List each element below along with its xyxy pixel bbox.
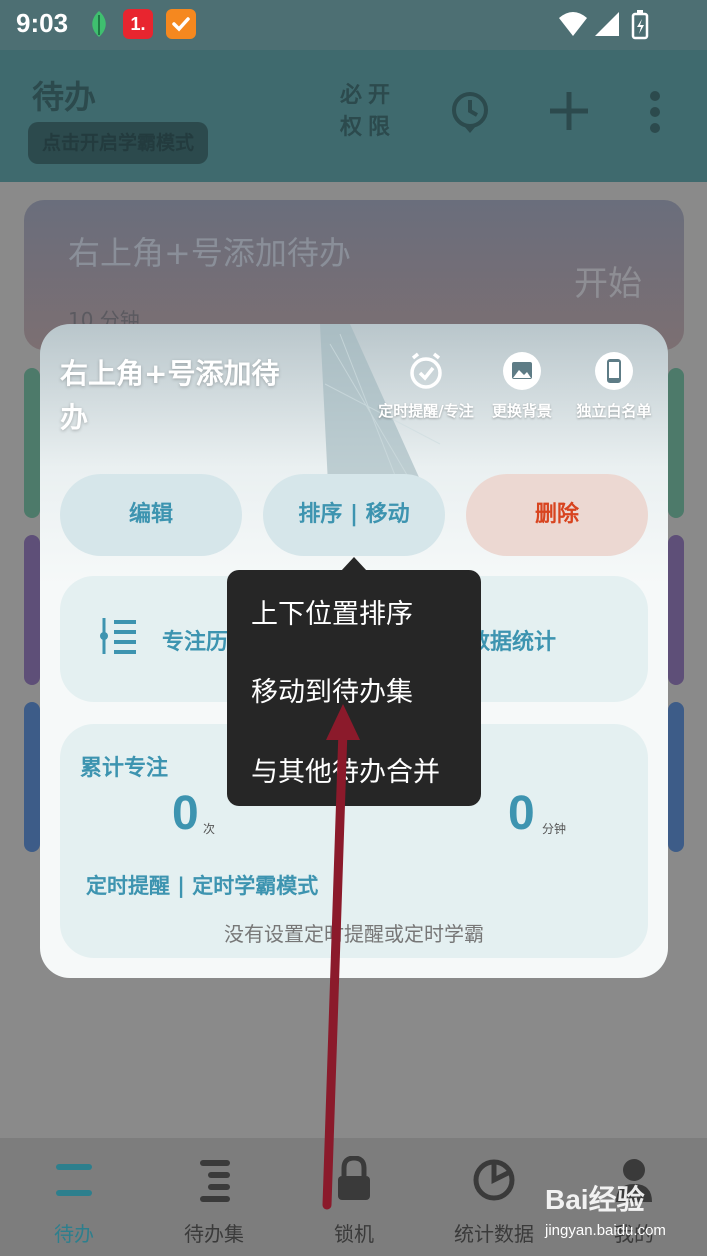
todo-icon xyxy=(56,1164,92,1196)
sort-move-menu: 上下位置排序 移动到待办集 与其他待办合并 xyxy=(227,570,481,806)
todo-card-edge xyxy=(24,368,40,518)
clock-icon[interactable] xyxy=(450,90,490,134)
focus-minutes-unit: 分钟 xyxy=(542,822,567,836)
nav-statistics[interactable]: 统计数据 xyxy=(444,1138,544,1256)
nav-todo-label: 待办 xyxy=(54,1222,94,1246)
todo-card-edge xyxy=(668,535,684,685)
page-title: 待办 xyxy=(32,78,97,116)
nav-todo[interactable]: 待办 xyxy=(24,1138,124,1256)
image-icon xyxy=(503,352,541,390)
permission-button[interactable]: 必开权限 xyxy=(340,80,400,144)
todo-card-edge xyxy=(24,535,40,685)
timer-focus-button[interactable]: 定时提醒/专注 xyxy=(374,352,478,421)
sort-move-button[interactable]: 排序 | 移动 xyxy=(263,474,445,556)
alarm-clock-icon xyxy=(407,352,445,390)
status-time: 9:03 xyxy=(16,8,69,38)
check-app-icon xyxy=(166,9,196,39)
study-mode-button[interactable]: 点击开启学霸模式 xyxy=(28,122,209,164)
signal-battery-icon xyxy=(559,10,649,40)
todo-card-title: 右上角+号添加待办 xyxy=(68,234,351,272)
status-bar: 9:03 1. xyxy=(0,0,707,50)
nav-todo-set-label: 待办集 xyxy=(184,1222,244,1246)
focus-count-unit: 次 xyxy=(203,822,216,836)
todo-card-edge xyxy=(24,702,40,852)
menu-item-move-to-set[interactable]: 移动到待办集 xyxy=(251,670,413,709)
popup-title: 右上角+号添加待办 xyxy=(60,357,280,434)
whitelist-button[interactable]: 独立白名单 xyxy=(570,352,658,421)
baidu-watermark-url: jingyan.baidu.com xyxy=(545,1222,666,1239)
change-background-button[interactable]: 更换背景 xyxy=(486,352,558,421)
menu-item-reorder[interactable]: 上下位置排序 xyxy=(251,592,413,631)
accumulated-focus-label: 累计专注 xyxy=(80,756,169,781)
nav-lock[interactable]: 锁机 xyxy=(304,1138,404,1256)
data-stats-button[interactable]: 数据统计 xyxy=(468,624,556,656)
pie-chart-icon xyxy=(473,1159,515,1201)
timer-mode-link[interactable]: 定时提醒 | 定时学霸模式 xyxy=(86,870,318,900)
todo-card-edge xyxy=(668,702,684,852)
nav-todo-set[interactable]: 待办集 xyxy=(164,1138,264,1256)
nav-statistics-label: 统计数据 xyxy=(454,1222,534,1246)
app-header: 待办 点击开启学霸模式 必开权限 xyxy=(0,50,707,182)
lock-icon xyxy=(338,1156,370,1200)
app-badge-icon: 1. xyxy=(123,9,153,39)
focus-history-button[interactable]: 专注历 xyxy=(162,624,228,656)
edit-button[interactable]: 编辑 xyxy=(60,474,242,556)
timer-focus-label: 定时提醒/专注 xyxy=(378,402,474,420)
focus-count-value: 0 xyxy=(172,787,199,840)
add-icon[interactable] xyxy=(548,90,590,132)
todo-set-icon xyxy=(200,1160,230,1202)
more-icon[interactable] xyxy=(645,90,665,134)
menu-item-merge[interactable]: 与其他待办合并 xyxy=(251,750,440,789)
whitelist-label: 独立白名单 xyxy=(576,402,652,420)
change-background-label: 更换背景 xyxy=(491,402,552,420)
focus-minutes-value: 0 xyxy=(508,787,535,840)
leaf-app-icon xyxy=(84,9,114,39)
phone-icon xyxy=(595,352,633,390)
baidu-watermark: Bai经验 xyxy=(545,1184,645,1215)
todo-card-edge xyxy=(668,368,684,518)
no-timer-text: 没有设置定时提醒或定时学霸 xyxy=(224,922,484,946)
menu-caret xyxy=(341,557,367,571)
focus-history-icon xyxy=(100,618,136,654)
nav-lock-label: 锁机 xyxy=(334,1222,374,1246)
delete-button[interactable]: 删除 xyxy=(466,474,648,556)
start-button: 开始 xyxy=(574,264,642,304)
